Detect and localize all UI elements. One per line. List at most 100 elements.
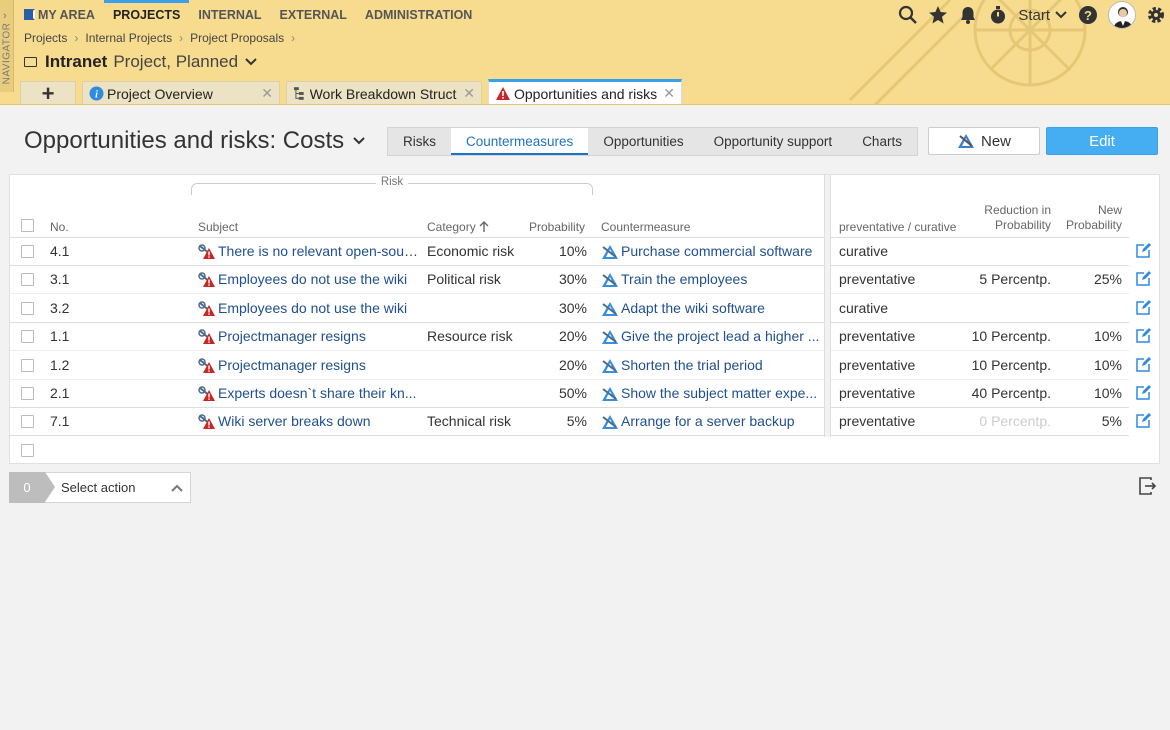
countermeasure-link[interactable]: Give the project lead a higher ... (621, 328, 819, 344)
header-new-probability[interactable]: New Probability (1059, 203, 1122, 233)
row-checkbox[interactable] (21, 273, 34, 286)
risk-subject-link[interactable]: Wiki server breaks down (218, 413, 371, 429)
menu-projects[interactable]: PROJECTS (103, 0, 190, 30)
row-edit-button[interactable] (1136, 243, 1151, 261)
tab-risks[interactable]: Risks (388, 128, 451, 155)
preventative-curative-cell: curative (839, 243, 889, 259)
risk-subject-link[interactable]: Employees do not use the wiki (218, 271, 407, 287)
tab-countermeasures[interactable]: Countermeasures (451, 128, 589, 155)
row-edit-button[interactable] (1136, 357, 1151, 375)
countermeasure-cell[interactable]: Give the project lead a higher ... (601, 322, 820, 350)
header-no[interactable]: No. (50, 220, 69, 235)
edit-button[interactable]: Edit (1046, 127, 1158, 155)
new-button[interactable]: New (928, 127, 1040, 155)
risk-subject-cell[interactable]: Projectmanager resigns (198, 351, 418, 379)
row-checkbox[interactable] (21, 245, 34, 258)
star-icon[interactable] (928, 5, 948, 25)
menu-administration[interactable]: ADMINISTRATION (356, 0, 481, 30)
countermeasure-cell[interactable]: Adapt the wiki software (601, 294, 820, 322)
header-subject[interactable]: Subject (198, 220, 238, 235)
risk-subject-link[interactable]: There is no relevant open-source... (218, 243, 418, 259)
row-edit-button[interactable] (1136, 413, 1151, 431)
header-countermeasure[interactable]: Countermeasure (601, 220, 690, 235)
breadcrumb-internal-projects[interactable]: Internal Projects (85, 31, 172, 45)
risk-subject-link[interactable]: Experts doesn`t share their kn... (218, 385, 416, 401)
export-icon[interactable] (1138, 477, 1158, 495)
countermeasure-cell[interactable]: Purchase commercial software (601, 237, 820, 265)
row-edit-button[interactable] (1136, 328, 1151, 346)
row-edit-button[interactable] (1136, 300, 1151, 318)
tab-project-overview[interactable]: i Project Overview ✕ (82, 81, 280, 104)
row-checkbox[interactable] (21, 387, 34, 400)
edit-icon (1136, 328, 1151, 343)
risk-subject-cell[interactable]: Projectmanager resigns (198, 322, 418, 350)
select-all-checkbox[interactable] (21, 219, 34, 232)
countermeasure-link[interactable]: Show the subject matter expe... (621, 385, 817, 401)
menu-my-area[interactable]: MY AREA (24, 0, 104, 30)
breadcrumb-project-proposals[interactable]: Project Proposals (190, 31, 284, 45)
countermeasure-cell[interactable]: Train the employees (601, 265, 820, 293)
countermeasure-link[interactable]: Shorten the trial period (621, 357, 763, 373)
help-icon[interactable]: ? (1078, 5, 1098, 25)
risk-subject-link[interactable]: Projectmanager resigns (218, 357, 366, 373)
gear-icon[interactable] (1146, 5, 1166, 25)
countermeasure-link[interactable]: Purchase commercial software (621, 243, 812, 259)
table-row[interactable]: 3.2 Employees do not use the wiki 30% Adapt… (10, 294, 1161, 322)
risk-subject-cell[interactable]: Employees do not use the wiki (198, 294, 418, 322)
header-probability[interactable]: Probability (529, 220, 585, 235)
close-icon[interactable]: ✕ (255, 85, 273, 102)
close-icon[interactable]: ✕ (657, 85, 675, 102)
new-row-checkbox[interactable] (21, 444, 34, 457)
row-edit-button[interactable] (1136, 385, 1151, 403)
table-row[interactable]: 2.1 Experts doesn`t share their kn... 50% S… (10, 379, 1161, 407)
bell-icon[interactable] (958, 5, 978, 25)
search-icon[interactable] (898, 5, 918, 25)
countermeasure-cell[interactable]: Shorten the trial period (601, 351, 820, 379)
menu-external[interactable]: EXTERNAL (271, 0, 356, 30)
row-checkbox[interactable] (21, 330, 34, 343)
stopwatch-icon[interactable] (988, 5, 1008, 25)
navigator-toggle[interactable]: › NAVIGATOR (0, 0, 14, 92)
user-avatar[interactable] (1108, 1, 1136, 29)
add-tab-button[interactable]: + (20, 81, 76, 104)
row-checkbox[interactable] (21, 415, 34, 428)
risk-subject-cell[interactable]: Experts doesn`t share their kn... (198, 379, 418, 407)
breadcrumb-projects[interactable]: Projects (24, 31, 67, 45)
start-menu[interactable]: Start (1018, 7, 1068, 24)
page-title[interactable]: Opportunities and risks: Costs (24, 127, 366, 155)
table-row[interactable]: 3.1 Employees do not use the wiki Politica… (10, 265, 1161, 293)
risk-subject-link[interactable]: Employees do not use the wiki (218, 300, 407, 316)
edit-icon (1136, 300, 1151, 315)
risk-subject-link[interactable]: Projectmanager resigns (218, 328, 366, 344)
header-reduction[interactable]: Reduction in Probability (965, 203, 1051, 233)
tab-opportunity-support[interactable]: Opportunity support (699, 128, 848, 155)
table-row[interactable]: 1.1 Projectmanager resigns Resource risk 20… (10, 322, 1161, 350)
countermeasure-cell[interactable]: Arrange for a server backup (601, 407, 820, 435)
menu-internal[interactable]: INTERNAL (189, 0, 270, 30)
tab-opportunities-and-risks[interactable]: Opportunities and risks ✕ (488, 79, 682, 104)
project-title[interactable]: Intranet Project, Planned (24, 52, 258, 72)
select-action-dropdown[interactable]: Select action (61, 480, 170, 495)
header-category[interactable]: Category (427, 220, 489, 235)
row-edit-button[interactable] (1136, 271, 1151, 289)
row-number: 1.1 (50, 328, 70, 344)
risk-subject-cell[interactable]: Employees do not use the wiki (198, 265, 418, 293)
countermeasure-link[interactable]: Adapt the wiki software (621, 300, 765, 316)
tab-work-breakdown-structure[interactable]: Work Breakdown Structure ✕ (286, 81, 482, 104)
header-preventative-curative[interactable]: preventative / curative (839, 220, 956, 235)
countermeasure-link[interactable]: Arrange for a server backup (621, 413, 795, 429)
close-icon[interactable]: ✕ (457, 85, 475, 102)
tab-opportunities[interactable]: Opportunities (588, 128, 698, 155)
countermeasure-cell[interactable]: Show the subject matter expe... (601, 379, 820, 407)
table-row[interactable]: 4.1 There is no relevant open-source... Ec… (10, 237, 1161, 265)
category-cell: Technical risk (427, 413, 512, 429)
tab-charts[interactable]: Charts (847, 128, 917, 155)
row-checkbox[interactable] (21, 359, 34, 372)
row-checkbox[interactable] (21, 302, 34, 315)
risk-subject-cell[interactable]: Wiki server breaks down (198, 407, 418, 435)
risk-subject-cell[interactable]: There is no relevant open-source... (198, 237, 418, 265)
countermeasure-link[interactable]: Train the employees (621, 271, 747, 287)
table-row[interactable]: 1.2 Projectmanager resigns 20% Shorten the … (10, 351, 1161, 379)
table-row[interactable]: 7.1 Wiki server breaks down Technical risk… (10, 407, 1161, 435)
chevron-up-icon[interactable] (170, 483, 184, 493)
